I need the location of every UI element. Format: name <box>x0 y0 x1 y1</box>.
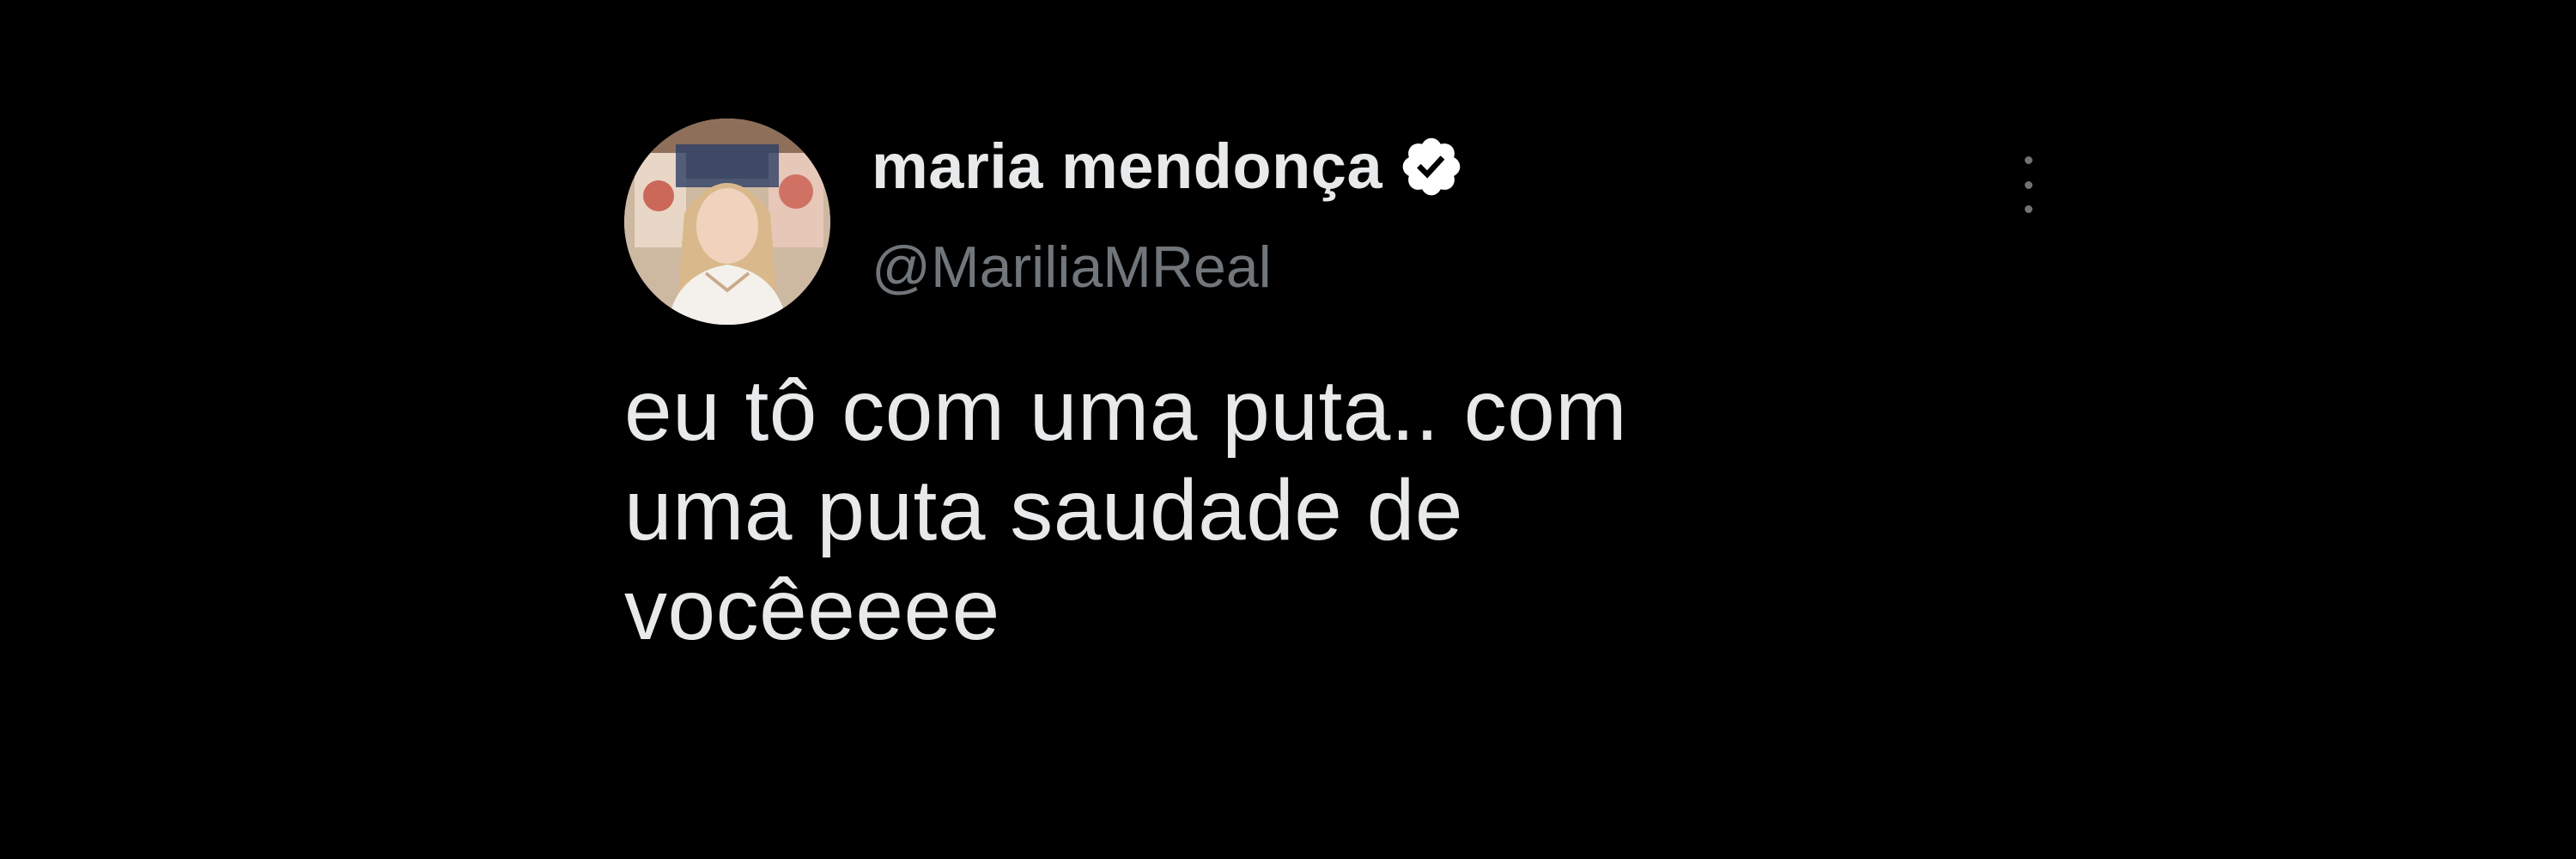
tweet-header: maria mendonça @MariliaMReal <box>872 133 2050 331</box>
tweet-card: maria mendonça @MariliaMReal eu tô com u… <box>624 119 2050 771</box>
more-dot <box>2024 205 2032 213</box>
author-name-row[interactable]: maria mendonça <box>872 133 1465 200</box>
author-display-name[interactable]: maria mendonça <box>872 135 1382 198</box>
author-handle[interactable]: @MariliaMReal <box>872 238 1272 296</box>
tweet-text: eu tô com uma puta.. com uma puta saudad… <box>624 362 1628 658</box>
more-dot <box>2024 180 2032 189</box>
more-options-icon[interactable] <box>2015 156 2041 213</box>
verified-badge-icon <box>1398 133 1465 200</box>
avatar-photo <box>624 119 830 325</box>
more-dot <box>2024 156 2032 164</box>
avatar[interactable] <box>624 119 830 325</box>
